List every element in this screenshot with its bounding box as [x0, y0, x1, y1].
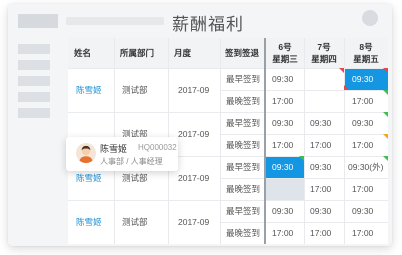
popup-employee-id: HQ000032 [138, 143, 177, 152]
header-day: 6号 星期三 [266, 38, 304, 68]
sidebar-item[interactable] [18, 76, 50, 86]
header-month: 月度 [168, 38, 220, 68]
checkin-label: 最早签到 [226, 162, 261, 172]
time-cell[interactable]: 09:30 [266, 200, 304, 222]
time-cell[interactable]: 17:00 [266, 90, 304, 112]
row-divider [68, 200, 388, 201]
sidebar-item[interactable] [18, 60, 50, 70]
time-cell[interactable]: 09:30 [304, 112, 344, 134]
warn-marker [383, 134, 388, 139]
sidebar-item[interactable] [18, 44, 50, 54]
header-name: 姓名 [68, 38, 114, 68]
employee-name-link[interactable]: 陈雪姬 [68, 68, 114, 112]
time-cell[interactable]: 09:30 [344, 112, 388, 134]
dept-cell: 测试部 [122, 85, 148, 95]
time-cell[interactable]: 17:00 [344, 90, 388, 112]
day-date: 8号 [359, 42, 373, 52]
month-cell: 2017-09 [178, 217, 210, 227]
checkin-label: 最早签到 [226, 206, 261, 216]
checkout-label: 最晚签到 [226, 96, 261, 106]
col-divider [304, 38, 305, 244]
header-checkin: 签到签退 [220, 38, 264, 68]
time-cell[interactable]: 09:30 [266, 112, 304, 134]
search-bar[interactable] [66, 17, 164, 25]
checkin-label: 最早签到 [226, 118, 261, 128]
checkin-label: 最早签到 [226, 74, 261, 84]
app-window: 薪酬福利管理 姓名 所属部门 月度 签到签退 6号 星期三 7号 星期四 8号 … [8, 4, 392, 246]
time-cell[interactable]: 09:30 [266, 68, 304, 90]
day-date: 7号 [317, 42, 331, 52]
checkout-label: 最晚签到 [226, 228, 261, 238]
normal-marker [383, 90, 388, 95]
late-marker [383, 68, 388, 73]
time-cell[interactable]: 17:00 [266, 134, 304, 156]
person-avatar-icon [76, 143, 96, 163]
employee-info-popup: 陈雪姬 HQ000032 人事部 / 人事经理 [66, 137, 178, 171]
time-cell[interactable]: 17:00 [304, 134, 344, 156]
time-cell[interactable]: 09:30 [344, 200, 388, 222]
time-cell[interactable]: 17:00 [304, 222, 344, 244]
sidebar-item[interactable] [18, 108, 50, 118]
popup-employee-name: 陈雪姬 [100, 144, 128, 154]
header-dept: 所属部门 [114, 38, 168, 68]
time-cell[interactable]: 17:00 [344, 134, 388, 156]
checkout-label: 最晚签到 [226, 184, 261, 194]
checkout-label: 最晚签到 [226, 140, 261, 150]
day-weekday: 星期五 [353, 54, 379, 64]
time-cell[interactable]: 17:00 [304, 178, 344, 200]
col-divider [344, 38, 345, 244]
time-cell[interactable] [304, 68, 344, 90]
header-day: 8号 星期五 [344, 38, 388, 68]
time-cell-missing[interactable] [266, 178, 304, 200]
user-avatar-icon[interactable] [362, 10, 378, 26]
time-cell[interactable]: 17:00 [344, 222, 388, 244]
time-cell[interactable]: 17:00 [344, 178, 388, 200]
normal-marker [299, 156, 304, 161]
col-divider [220, 38, 221, 244]
time-cell[interactable]: 17:00 [266, 222, 304, 244]
day-weekday: 星期三 [272, 54, 298, 64]
time-cell[interactable]: 09:30 [304, 200, 344, 222]
normal-marker [383, 112, 388, 117]
popup-dept-path: 人事部 / 人事经理 [100, 157, 163, 166]
header-day: 7号 星期四 [304, 38, 344, 68]
row-divider [68, 112, 388, 113]
month-cell: 2017-09 [178, 85, 210, 95]
normal-marker [383, 156, 388, 161]
frozen-column-divider [264, 38, 266, 244]
late-marker [344, 85, 349, 90]
logo-placeholder [18, 14, 58, 28]
employee-name-link[interactable]: 陈雪姬 [68, 200, 114, 244]
dept-cell: 测试部 [122, 217, 148, 227]
time-cell-selected[interactable]: 09:30 [344, 68, 388, 90]
time-cell[interactable] [304, 90, 344, 112]
time-cell[interactable]: 09:30 [304, 156, 344, 178]
day-date: 6号 [278, 42, 292, 52]
time-cell[interactable]: 09:30(外) [344, 156, 388, 178]
sidebar-item[interactable] [18, 92, 50, 102]
late-marker [339, 68, 344, 73]
day-weekday: 星期四 [311, 54, 337, 64]
